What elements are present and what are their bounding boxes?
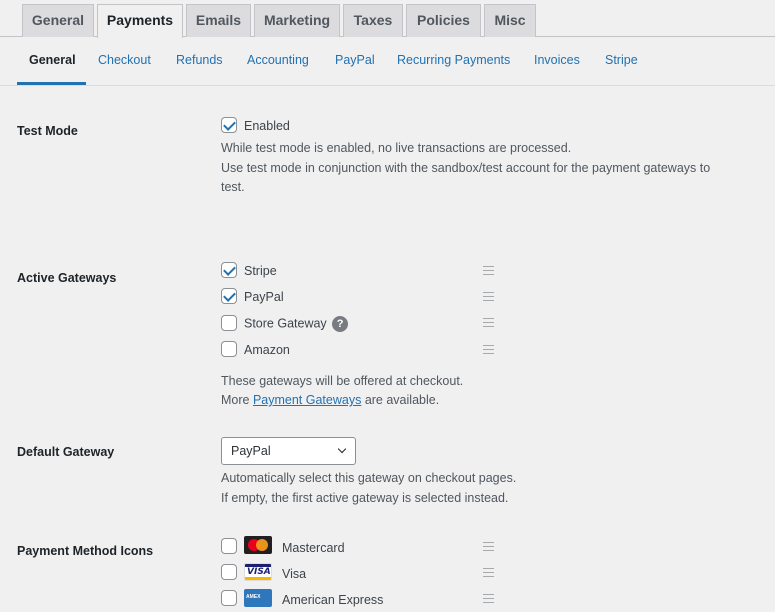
tab-policies[interactable]: Policies [406, 4, 481, 37]
subtab-recurring-payments[interactable]: Recurring Payments [397, 53, 510, 67]
default-gateway-description-1: Automatically select this gateway on che… [221, 471, 517, 485]
gateway-paypal-checkbox[interactable] [221, 288, 237, 304]
visa-logo-text: VISA [247, 567, 271, 577]
gateway-amazon-checkbox[interactable] [221, 341, 237, 357]
tab-payments[interactable]: Payments [97, 4, 183, 38]
drag-handle-icon[interactable] [483, 292, 494, 301]
payment-method-icons-label: Payment Method Icons [17, 544, 154, 558]
pm-amex-label: American Express [282, 593, 384, 607]
gateway-amazon-label: Amazon [244, 343, 290, 357]
subtab-refunds[interactable]: Refunds [176, 53, 223, 67]
drag-handle-icon[interactable] [483, 568, 494, 577]
subtab-invoices[interactable]: Invoices [534, 53, 580, 67]
gateway-store-label: Store Gateway [244, 316, 327, 331]
test-mode-checkbox[interactable] [221, 117, 237, 133]
subtab-stripe[interactable]: Stripe [605, 53, 638, 67]
drag-handle-icon[interactable] [483, 594, 494, 603]
gateways-description-1: These gateways will be offered at checko… [221, 374, 464, 388]
test-mode-description-3: test. [221, 180, 245, 194]
gateway-stripe-label: Stripe [244, 264, 277, 278]
test-mode-label: Test Mode [17, 124, 78, 138]
subtab-checkout[interactable]: Checkout [98, 53, 151, 67]
pm-amex-checkbox[interactable] [221, 590, 237, 606]
pm-visa-label: Visa [282, 567, 307, 581]
help-icon[interactable]: ? [332, 316, 349, 332]
drag-handle-icon[interactable] [483, 345, 494, 354]
subtab-paypal[interactable]: PayPal [335, 53, 375, 67]
default-gateway-value: PayPal [231, 444, 271, 458]
payment-gateways-link[interactable]: Payment Gateways [253, 393, 361, 407]
gateways-more-prefix: More [221, 393, 253, 407]
subtab-general[interactable]: General [29, 53, 76, 67]
tab-general[interactable]: General [22, 4, 94, 37]
visa-logo-icon: VISA [244, 563, 272, 581]
chevron-down-icon [337, 444, 347, 454]
tab-misc[interactable]: Misc [484, 4, 536, 37]
mastercard-logo-icon [244, 536, 272, 554]
tab-taxes[interactable]: Taxes [343, 4, 403, 37]
default-gateway-label: Default Gateway [17, 445, 115, 459]
test-mode-checkbox-label: Enabled [244, 119, 290, 133]
default-gateway-select[interactable]: PayPal [221, 437, 356, 465]
active-gateways-label: Active Gateways [17, 271, 117, 285]
amex-logo-icon: AMEX [244, 589, 272, 607]
gateway-store-checkbox[interactable] [221, 315, 237, 331]
subtab-accounting[interactable]: Accounting [247, 53, 309, 67]
pm-mastercard-checkbox[interactable] [221, 538, 237, 554]
test-mode-description-2: Use test mode in conjunction with the sa… [221, 161, 711, 175]
gateways-description-2: More Payment Gateways are available. [221, 390, 439, 410]
tab-marketing[interactable]: Marketing [254, 4, 340, 37]
payments-sub-tabs: General Checkout Refunds Accounting PayP… [0, 37, 775, 86]
active-subtab-indicator [17, 82, 86, 85]
pm-visa-checkbox[interactable] [221, 564, 237, 580]
test-mode-description-1: While test mode is enabled, no live tran… [221, 141, 572, 155]
drag-handle-icon[interactable] [483, 266, 494, 275]
drag-handle-icon[interactable] [483, 318, 494, 327]
tab-emails[interactable]: Emails [186, 4, 251, 37]
drag-handle-icon[interactable] [483, 542, 494, 551]
pm-mastercard-label: Mastercard [282, 541, 345, 555]
gateway-stripe-checkbox[interactable] [221, 262, 237, 278]
default-gateway-description-2: If empty, the first active gateway is se… [221, 491, 509, 505]
gateway-paypal-label: PayPal [244, 290, 284, 304]
settings-top-tabs: General Payments Emails Marketing Taxes … [0, 0, 775, 38]
gateway-store-label-wrap: Store Gateway ? [244, 316, 349, 332]
gateways-more-suffix: are available. [361, 393, 440, 407]
